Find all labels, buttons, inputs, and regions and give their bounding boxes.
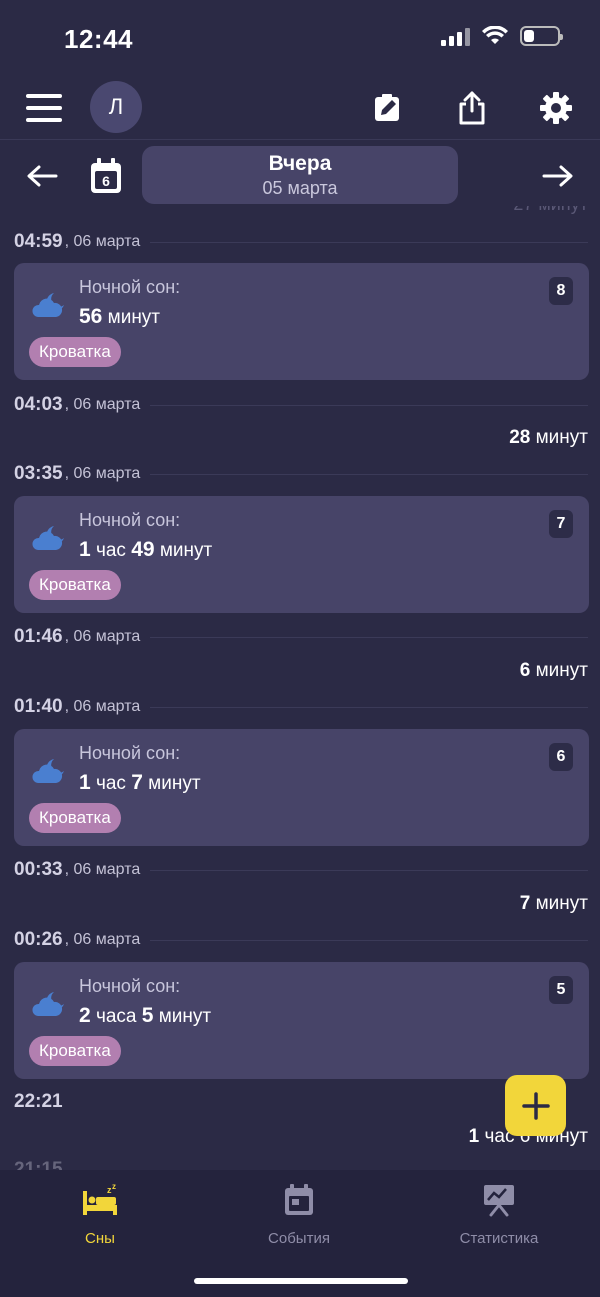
add-entry-button[interactable] (505, 1075, 566, 1136)
date-title: Вчера (268, 152, 332, 175)
location-tag: Кроватка (29, 570, 121, 600)
status-time: 12:44 (64, 24, 133, 54)
date-subtitle: 05 марта (262, 178, 338, 198)
sleep-type-label: Ночной сон: (79, 277, 181, 297)
sleep-timeline[interactable]: 27 минут 04:59, 06 марта Ночной сон: 56 … (0, 206, 600, 1170)
home-indicator (194, 1278, 408, 1284)
arrow-left-icon[interactable] (22, 156, 62, 196)
time-marker: 00:26, 06 марта (14, 928, 588, 952)
cloud-moon-icon (32, 992, 64, 1016)
date-navigation: 6 Вчера 05 марта (0, 146, 600, 206)
sleep-duration: 1 час 7 минут (79, 771, 201, 794)
time-marker: 01:46, 06 марта (14, 625, 588, 649)
arrow-right-icon[interactable] (538, 156, 578, 196)
top-toolbar: Л (0, 80, 600, 140)
time-marker: 01:40, 06 марта (14, 695, 588, 719)
calendar-icon (279, 1182, 319, 1218)
sleep-type-label: Ночной сон: (79, 743, 181, 763)
svg-text:z: z (112, 1183, 116, 1191)
sleep-duration: 56 минут (79, 305, 161, 328)
location-tag: Кроватка (29, 803, 121, 833)
sleep-type-label: Ночной сон: (79, 976, 181, 996)
tab-label: Статистика (459, 1230, 539, 1247)
wifi-icon (482, 26, 508, 44)
svg-text:6: 6 (102, 173, 110, 189)
time-marker: 04:59, 06 марта (14, 230, 588, 254)
sleep-card[interactable]: Ночной сон: 1 час 49 минут 7 Кроватка (14, 496, 589, 613)
bed-sleep-icon: z z (80, 1182, 120, 1218)
cloud-moon-icon (32, 759, 64, 783)
battery-level (524, 30, 534, 42)
plus-icon (521, 1091, 550, 1120)
sleep-type-label: Ночной сон: (79, 510, 181, 530)
location-tag: Кроватка (29, 337, 121, 367)
time-marker: 00:33, 06 марта (14, 858, 588, 882)
sleep-index-badge: 6 (549, 743, 573, 771)
tab-label: Сны (85, 1230, 115, 1247)
cloud-moon-icon (32, 526, 64, 550)
share-icon[interactable] (452, 88, 492, 128)
tab-label: События (268, 1230, 330, 1247)
cloud-moon-icon (32, 293, 64, 317)
time-marker: 03:35, 06 марта (14, 462, 588, 486)
awake-gap-duration: 7 минут (519, 893, 588, 914)
menu-button[interactable] (26, 94, 62, 122)
sleep-index-badge: 8 (549, 277, 573, 305)
time-marker: 22:21 (14, 1091, 63, 1112)
awake-gap-duration: 28 минут (509, 427, 588, 448)
awake-gap-duration: 6 минут (519, 660, 588, 681)
battery-icon (520, 26, 563, 46)
sleep-card[interactable]: Ночной сон: 2 часа 5 минут 5 Кроватка (14, 962, 589, 1079)
chart-board-icon (479, 1182, 519, 1218)
signal-icon (441, 26, 470, 46)
location-tag: Кроватка (29, 1036, 121, 1066)
gap-duration-faded: 27 минут (513, 206, 588, 215)
tab-sleep[interactable]: z z Сны (20, 1182, 180, 1247)
sleep-duration: 2 часа 5 минут (79, 1004, 212, 1027)
time-marker: 21:15 (14, 1159, 63, 1170)
sleep-index-badge: 5 (549, 976, 573, 1004)
date-selector[interactable]: Вчера 05 марта (142, 146, 458, 204)
edit-note-icon[interactable] (368, 88, 408, 128)
status-bar: 12:44 (0, 0, 600, 80)
calendar-button[interactable]: 6 (88, 156, 124, 196)
avatar[interactable]: Л (90, 81, 142, 133)
tab-events[interactable]: События (219, 1182, 379, 1247)
settings-icon[interactable] (536, 88, 576, 128)
sleep-card[interactable]: Ночной сон: 56 минут 8 Кроватка (14, 263, 589, 380)
sleep-index-badge: 7 (549, 510, 573, 538)
sleep-duration: 1 час 49 минут (79, 538, 213, 561)
tab-statistics[interactable]: Статистика (419, 1182, 579, 1247)
time-marker: 04:03, 06 марта (14, 393, 588, 417)
sleep-card[interactable]: Ночной сон: 1 час 7 минут 6 Кроватка (14, 729, 589, 846)
status-icons (441, 26, 563, 46)
